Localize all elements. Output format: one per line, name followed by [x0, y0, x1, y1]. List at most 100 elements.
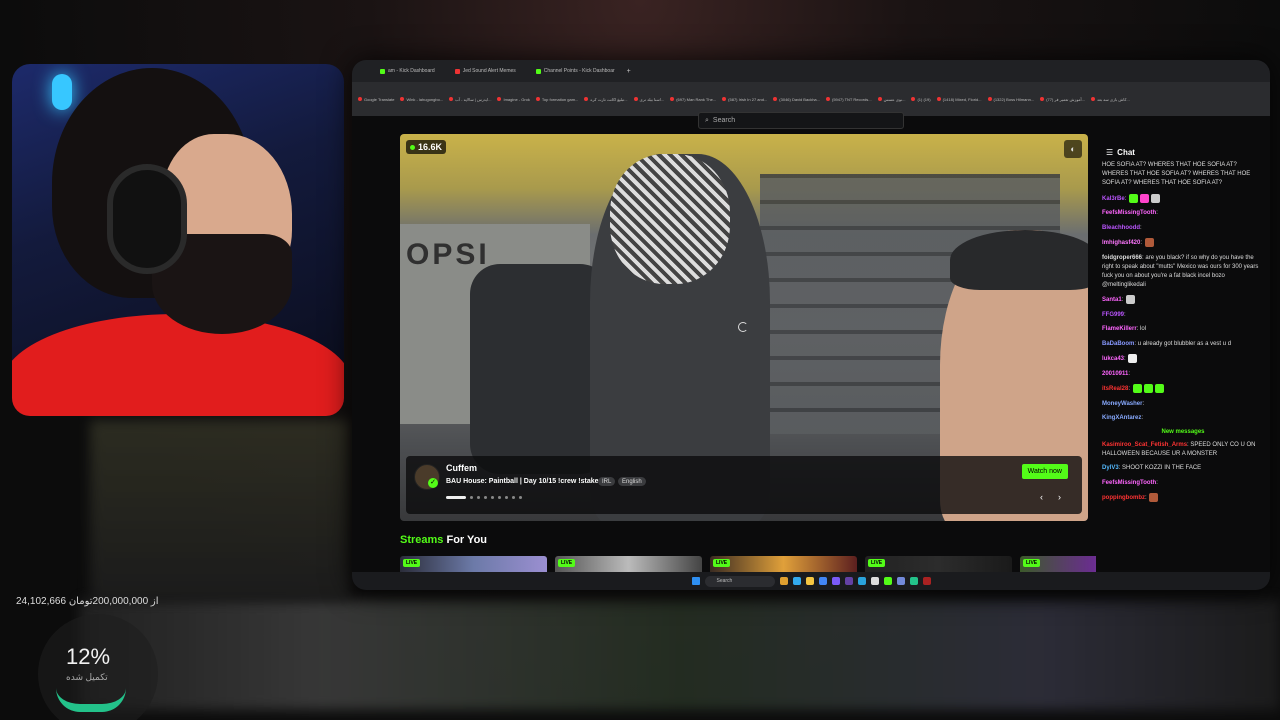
browser-tab[interactable]: Jed Sound Alert Memes	[447, 65, 524, 77]
chat-username[interactable]: itsReal28	[1102, 386, 1128, 392]
taskbar-app-icon[interactable]	[896, 577, 905, 585]
headphones-icon	[107, 164, 187, 274]
progress-label: تکمیل شده	[66, 672, 108, 682]
bookmark-item[interactable]: Wlnk - lahugongbo...	[400, 97, 443, 102]
chat-username[interactable]: Kal3rBe	[1102, 196, 1125, 202]
taskbar-app-icon[interactable]	[857, 577, 866, 585]
emote-icon	[1128, 354, 1138, 364]
carousel-dot[interactable]	[484, 496, 487, 499]
chat-username[interactable]: FeefsMissingTooth	[1102, 480, 1156, 486]
carousel-dot[interactable]	[491, 496, 494, 499]
taskbar-app-icon[interactable]	[870, 577, 879, 585]
tab-label: Jed Sound Alert Memes	[462, 68, 516, 74]
bookmark-label: (1) (19)	[917, 96, 931, 102]
chat-username[interactable]: BaDaBoom	[1102, 341, 1134, 347]
chat-username[interactable]: 20010911	[1102, 371, 1128, 377]
bookmark-item[interactable]: (1) (19)	[911, 96, 931, 102]
emote-icon	[1129, 193, 1139, 203]
chat-username[interactable]: foidgroper666	[1102, 255, 1142, 261]
taskbar-app-icon[interactable]	[883, 577, 892, 585]
carousel-dot[interactable]	[477, 496, 480, 499]
search-input[interactable]: ⌕ Search	[698, 112, 904, 129]
bookmark-item[interactable]: Imagine - Grok	[497, 97, 530, 102]
bookmark-item[interactable]: کاش بازی سه بعد...	[1091, 97, 1130, 102]
chat-username[interactable]: FlameKillerr	[1102, 326, 1137, 332]
webcam-feed	[12, 64, 344, 416]
bookmark-label: (697) Man Rank The...	[676, 96, 717, 102]
chat-username[interactable]: MoneyWasher	[1102, 401, 1142, 407]
browser-window: am - Kick Dashboard Jed Sound Alert Memes…	[352, 60, 1270, 590]
volume-icon[interactable]: ◐	[1064, 140, 1082, 158]
chat-colon: :	[1156, 479, 1158, 486]
taskbar-app-icon[interactable]	[844, 577, 853, 585]
carousel-dot[interactable]	[519, 496, 522, 499]
chat-message: HOE SOFIA AT? WHERES THAT HOE SOFIA AT? …	[1102, 161, 1264, 188]
tab-bar: am - Kick Dashboard Jed Sound Alert Memes…	[352, 60, 1270, 82]
chat-message: poppingbombz:	[1102, 493, 1264, 503]
chat-colon: :	[1128, 370, 1131, 377]
featured-player[interactable]: OPSI 16.6K ◐ ✓ Cuffem BAU House: Paintba…	[400, 134, 1088, 521]
chat-message: KingXAntarez:	[1102, 414, 1264, 423]
carousel-dot[interactable]	[505, 496, 508, 499]
browser-tab[interactable]: Channel Points - Kick Dashboar	[528, 65, 623, 77]
loading-spinner-icon	[738, 322, 748, 332]
carousel-dot[interactable]	[446, 496, 466, 499]
chat-username[interactable]: KingXAntarez	[1102, 415, 1141, 421]
browser-tab[interactable]: am - Kick Dashboard	[372, 65, 443, 77]
bookmark-icon	[987, 97, 992, 101]
bookmark-item[interactable]: نوی عسس...	[877, 97, 905, 102]
bookmark-item[interactable]: تبلیغ اکانت تارت کره...	[584, 97, 628, 102]
taskbar-app-icon[interactable]	[922, 577, 931, 585]
new-tab-button[interactable]: +	[627, 68, 631, 75]
carousel-dot[interactable]	[512, 496, 515, 499]
taskbar-app-icon[interactable]	[831, 577, 840, 585]
streamer-name[interactable]: Cuffem	[446, 463, 477, 473]
chat-username[interactable]: Kasimiroo_Scat_Fetish_Arms	[1102, 442, 1187, 448]
chat-username[interactable]: Bleachhoodd	[1102, 225, 1140, 231]
video-backpack	[470, 264, 610, 474]
taskbar-app-icon[interactable]	[792, 577, 801, 585]
chevron-right-icon[interactable]: ›	[1058, 492, 1061, 502]
tag-irl[interactable]: IRL	[598, 477, 616, 486]
watch-now-button[interactable]: Watch now	[1021, 464, 1068, 479]
live-badge: LIVE	[713, 559, 731, 567]
collapse-icon[interactable]: ☰	[1106, 148, 1113, 157]
bookmark-item[interactable]: (3046) David Backha...	[773, 97, 820, 102]
bookmark-item[interactable]: (587) Irish In 27 and...	[722, 97, 767, 102]
chat-username[interactable]: Santa1	[1102, 297, 1122, 303]
bookmark-item[interactable]: (77) آموزش تعمیر فر...	[1040, 97, 1085, 102]
live-badge: LIVE	[868, 559, 886, 567]
carousel-dot[interactable]	[470, 496, 473, 499]
section-heading-accent: Streams	[400, 534, 444, 546]
chat-username[interactable]: FFG999	[1102, 312, 1124, 318]
favicon-icon	[380, 68, 385, 74]
carousel-dot[interactable]	[498, 496, 501, 499]
new-messages-divider[interactable]: New messages	[1102, 429, 1264, 435]
chat-username[interactable]: FeefsMissingTooth	[1102, 210, 1156, 216]
taskbar-app-icon[interactable]	[909, 577, 918, 585]
tag-language[interactable]: English	[618, 477, 646, 486]
stream-title: BAU House: Paintball | Day 10/15 !crew !…	[446, 478, 599, 485]
chat-username[interactable]: lmhighasf420	[1102, 240, 1140, 246]
taskbar-app-icon[interactable]	[805, 577, 814, 585]
taskbar-app-icon[interactable]	[818, 577, 827, 585]
bookmark-item[interactable]: Google Translate	[358, 97, 394, 102]
chat-username[interactable]: DylV3	[1102, 465, 1119, 471]
bookmark-item[interactable]: (5947) TNT Records...	[825, 97, 872, 102]
bookmark-item[interactable]: (1322) Boss Hilmann...	[987, 97, 1034, 102]
bookmark-item[interactable]: (1418) Mixed, Florid...	[936, 97, 982, 102]
chat-username[interactable]: poppingbombz	[1102, 495, 1145, 501]
windows-start-icon[interactable]	[691, 577, 700, 585]
emote-icon	[1140, 193, 1150, 203]
video-board-text: OPSI	[406, 238, 490, 271]
chevron-left-icon[interactable]: ‹	[1040, 492, 1043, 502]
chat-username[interactable]: lukca43	[1102, 356, 1124, 362]
chat-colon: :	[1140, 224, 1142, 231]
bookmark-item[interactable]: (697) Man Rank The...	[670, 97, 716, 102]
bookmark-item[interactable]: اسنا بیلد تری...	[633, 97, 664, 102]
bookmark-item[interactable]: Top formation gam...	[535, 97, 578, 102]
taskbar-app-icon[interactable]	[779, 577, 788, 585]
taskbar-search[interactable]: Search	[704, 575, 775, 587]
bookmark-item[interactable]: ایدرس | سالاپه - آب...	[449, 97, 491, 102]
chat-header: ☰ Chat	[1096, 134, 1270, 157]
